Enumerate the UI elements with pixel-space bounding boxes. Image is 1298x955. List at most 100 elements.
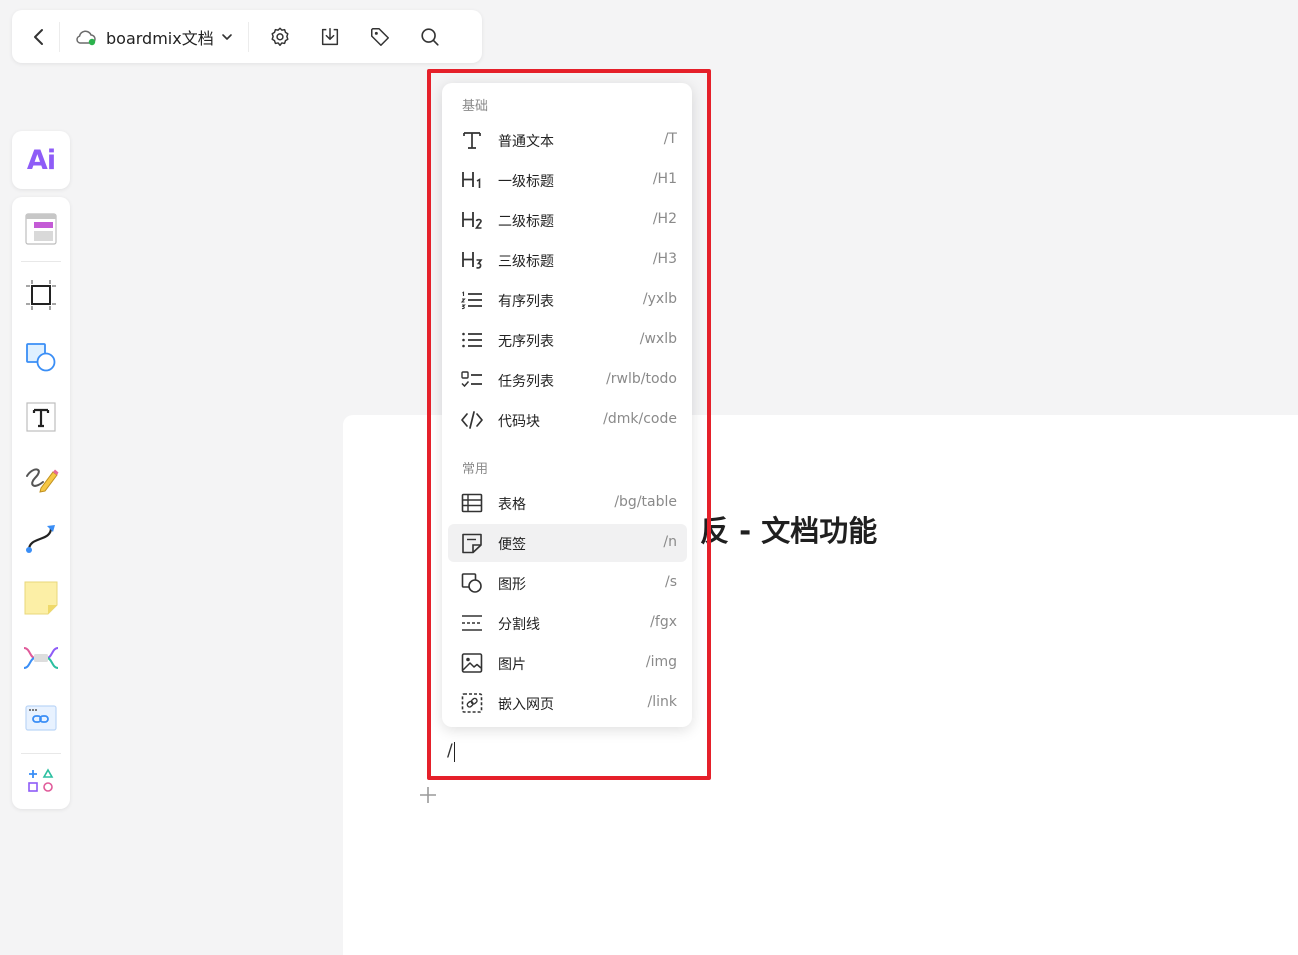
more-apps-icon: [28, 768, 54, 792]
back-button[interactable]: [19, 17, 59, 57]
menu-item-sticky-note[interactable]: 便签 /n: [448, 524, 687, 562]
menu-item-label: 一级标题: [498, 174, 554, 190]
menu-item-image[interactable]: 图片 /img: [448, 644, 687, 682]
tag-button[interactable]: [360, 17, 400, 57]
menu-item-heading-3[interactable]: 三级标题 /H3: [448, 241, 687, 279]
tool-divider: [21, 753, 61, 754]
slash-command-input[interactable]: /: [447, 741, 453, 761]
menu-item-code-block[interactable]: 代码块 /dmk/code: [448, 401, 687, 439]
menu-item-label: 二级标题: [498, 214, 554, 230]
code-block-icon: [461, 411, 483, 429]
settings-button[interactable]: [260, 17, 300, 57]
sticky-note-tool[interactable]: [21, 578, 61, 618]
toolbar-divider: [247, 21, 249, 52]
menu-item-label: 无序列表: [498, 334, 554, 350]
add-block-button[interactable]: [417, 784, 439, 806]
menu-item-unordered-list[interactable]: 无序列表 /wxlb: [448, 321, 687, 359]
pen-icon: [26, 468, 59, 493]
menu-item-label: 代码块: [498, 414, 540, 430]
search-icon: [421, 27, 439, 46]
template-icon: [25, 213, 57, 245]
menu-item-shortcut: /H1: [652, 171, 677, 187]
tool-divider: [21, 261, 61, 262]
shape-icon: [26, 343, 56, 372]
mindmap-tool[interactable]: [21, 638, 61, 678]
unordered-list-icon: [462, 332, 482, 348]
slash-command-menu: 基础 普通文本 /T 一级标题 /H1 二级标题 /H2 三级标题 /H3 有序…: [442, 83, 692, 727]
cloud-sync-icon: [76, 29, 96, 45]
plus-icon: [420, 787, 436, 803]
menu-item-divider[interactable]: 分割线 /fgx: [448, 604, 687, 642]
text-tool[interactable]: [21, 397, 61, 437]
doc-name: boardmix文档: [106, 28, 214, 48]
frame-icon: [26, 280, 56, 310]
download-button[interactable]: [310, 17, 350, 57]
toolbar-actions: [255, 17, 455, 57]
connector-tool[interactable]: [21, 518, 61, 558]
template-tool[interactable]: [21, 209, 61, 249]
table-icon: [461, 493, 483, 513]
section-label-common: 常用: [462, 462, 489, 477]
menu-item-shortcut: /bg/table: [614, 494, 677, 510]
menu-item-shortcut: /s: [664, 574, 677, 590]
mindmap-icon: [23, 647, 59, 669]
more-apps-tool[interactable]: [21, 761, 61, 801]
menu-item-heading-1[interactable]: 一级标题 /H1: [448, 161, 687, 199]
top-toolbar: boardmix文档: [12, 10, 482, 63]
ai-label: Ai: [26, 144, 56, 176]
text-t-icon: [463, 132, 481, 149]
embed-link-icon: [25, 705, 57, 731]
sticky-note-icon: [24, 581, 58, 615]
tag-icon: [370, 27, 389, 46]
menu-item-label: 表格: [498, 497, 526, 513]
menu-item-shortcut: /rwlb/todo: [606, 371, 677, 387]
menu-item-shortcut: /n: [663, 534, 677, 550]
download-icon: [321, 27, 338, 45]
menu-item-embed-webpage[interactable]: 嵌入网页 /link: [448, 684, 687, 722]
menu-item-label: 图形: [498, 577, 526, 593]
heading1-icon: [462, 172, 481, 188]
embed-link-tool[interactable]: [21, 698, 61, 738]
pen-tool[interactable]: [21, 458, 61, 498]
menu-item-plain-text[interactable]: 普通文本 /T: [448, 121, 687, 159]
menu-item-task-list[interactable]: 任务列表 /rwlb/todo: [448, 361, 687, 399]
menu-item-shortcut: /H2: [652, 211, 677, 227]
menu-item-shortcut: /yxlb: [642, 291, 677, 307]
chevron-down-icon: [221, 33, 232, 40]
menu-item-label: 分割线: [498, 617, 540, 633]
ai-assistant-button[interactable]: Ai: [12, 131, 70, 189]
image-icon: [461, 653, 483, 673]
heading2-icon: [462, 212, 482, 229]
ordered-list-icon: [460, 291, 482, 310]
task-list-icon: [461, 371, 482, 388]
menu-item-label: 嵌入网页: [498, 697, 554, 713]
menu-item-shortcut: /dmk/code: [603, 411, 677, 427]
section-label-basic: 基础: [462, 99, 489, 114]
menu-item-table[interactable]: 表格 /bg/table: [448, 484, 687, 522]
shape-icon: [461, 573, 482, 593]
menu-item-shape[interactable]: 图形 /s: [448, 564, 687, 602]
menu-item-ordered-list[interactable]: 有序列表 /yxlb: [448, 281, 687, 319]
sticky-note-icon: [462, 533, 482, 554]
settings-gear-icon: [271, 27, 289, 46]
connector-icon: [26, 525, 55, 553]
back-chevron-icon: [34, 28, 43, 45]
doc-name-dropdown[interactable]: boardmix文档: [68, 17, 240, 57]
menu-item-label: 任务列表: [498, 374, 554, 390]
menu-item-shortcut: /img: [645, 654, 677, 670]
menu-item-label: 图片: [498, 657, 526, 673]
menu-item-label: 普通文本: [498, 134, 554, 150]
embed-webpage-icon: [461, 693, 483, 713]
menu-item-shortcut: /T: [663, 131, 677, 147]
divider-icon: [462, 615, 482, 631]
text-icon: [26, 402, 56, 432]
menu-item-shortcut: /link: [647, 694, 677, 710]
frame-tool[interactable]: [21, 275, 61, 315]
heading3-icon: [462, 252, 483, 269]
menu-item-label: 有序列表: [498, 294, 554, 310]
menu-item-shortcut: /wxlb: [639, 331, 677, 347]
document-title[interactable]: 反 - 文档功能: [700, 508, 877, 550]
shape-tool[interactable]: [21, 337, 61, 377]
menu-item-heading-2[interactable]: 二级标题 /H2: [448, 201, 687, 239]
search-button[interactable]: [410, 17, 450, 57]
